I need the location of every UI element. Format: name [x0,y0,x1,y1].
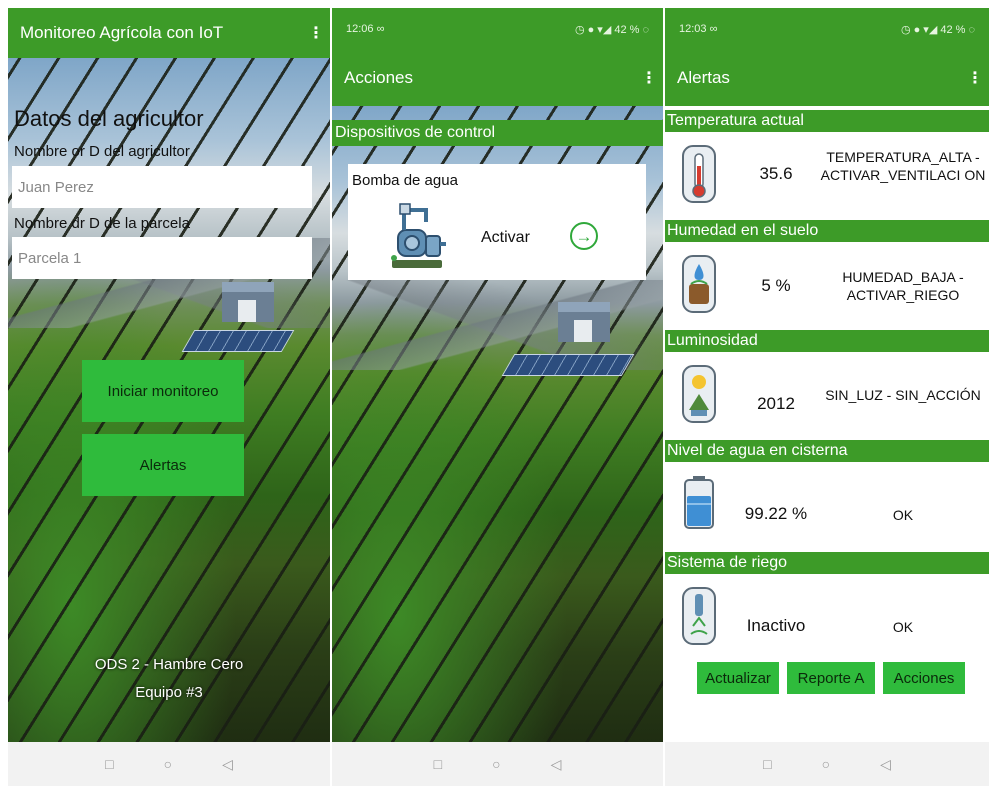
report-button[interactable]: Reporte A [787,662,875,694]
app-title: Acciones [344,68,413,87]
home-icon[interactable]: ○ [822,756,830,772]
solar-panels-image [501,354,635,376]
back-icon[interactable]: ◁ [222,756,233,773]
status-bar: 12:06 ∞ ◷ ● ▾◢ 42 % ◌ [332,8,663,50]
temperature-alert-row: 35.6 TEMPERATURA_ALTA - ACTIVAR_VENTILAC… [665,132,989,220]
luminosity-status: SIN_LUZ - SIN_ACCIÓN [825,387,981,403]
refresh-button[interactable]: Actualizar [697,662,779,694]
soil-moisture-icon [682,255,716,313]
solar-panels-image [181,330,295,352]
status-time: 12:03 ∞ [679,23,718,35]
farmer-name-label: Nombre or D del agricultor [14,143,190,160]
irrigation-status: OK [892,619,914,635]
overflow-menu-icon[interactable]: ⋮ [308,23,324,43]
device-card-water-pump: Bomba de agua Activar → [348,164,646,280]
app-bar: Alertas ⋮ [665,50,989,106]
barn-image [222,282,274,322]
status-time: 12:06 ∞ [346,23,385,35]
parcel-name-input[interactable] [12,237,312,279]
irrigation-value: Inactivo [746,616,806,635]
home-icon[interactable]: ○ [164,756,172,772]
water-tank-alert-row: 99.22 % OK [665,462,989,550]
form-title: Datos del agricultor [14,106,204,131]
device-name: Bomba de agua [352,172,458,189]
parcel-name-label: Nombre dr D de la parcela [14,215,190,232]
farmer-name-input[interactable] [12,166,312,208]
temperature-value: 35.6 [759,164,793,183]
app-title: Alertas [677,68,730,87]
luminosity-header: Luminosidad [665,330,989,352]
home-icon[interactable]: ○ [492,756,500,772]
irrigation-icon [682,587,716,645]
status-icons: ◷ ● ▾◢ 42 % ◌ [574,23,649,36]
actions-button[interactable]: Acciones [883,662,965,694]
water-pump-icon [391,203,446,268]
activate-pump-button[interactable]: → [570,222,598,250]
alerts-screen: 12:03 ∞ ◷ ● ▾◢ 42 % ◌ Alertas ⋮ Temperat… [665,8,989,786]
soil-humidity-header: Humedad en el suelo [665,220,989,242]
irrigation-alert-row: Inactivo OK [665,574,989,662]
water-tank-value: 99.22 % [744,504,808,523]
system-nav-bar: □ ○ ◁ [332,742,663,786]
luminosity-alert-row: 2012 SIN_LUZ - SIN_ACCIÓN [665,352,989,440]
temperature-header: Temperatura actual [665,110,989,132]
luminosity-value: 2012 [757,394,795,413]
app-bar: Monitoreo Agrícola con IoT ⋮ [8,8,330,58]
soil-humidity-value: 5 % [761,276,791,295]
back-icon[interactable]: ◁ [880,756,891,773]
app-bar: Acciones ⋮ [332,50,663,106]
light-sensor-icon [682,365,716,423]
barn-image [558,302,610,342]
status-bar: 12:03 ∞ ◷ ● ▾◢ 42 % ◌ [665,8,989,50]
system-nav-bar: □ ○ ◁ [8,742,330,786]
recent-apps-icon[interactable]: □ [763,756,771,772]
activate-label: Activar [481,229,530,246]
main-screen: Monitoreo Agrícola con IoT ⋮ Datos del a… [8,8,330,786]
recent-apps-icon[interactable]: □ [434,756,442,772]
soil-humidity-alert-row: 5 % HUMEDAD_BAJA - ACTIVAR_RIEGO [665,242,989,330]
soil-humidity-status: HUMEDAD_BAJA - ACTIVAR_RIEGO [842,269,964,303]
temperature-status: TEMPERATURA_ALTA - ACTIVAR_VENTILACI ON [820,149,986,183]
recent-apps-icon[interactable]: □ [105,756,113,772]
footer-ods: ODS 2 - Hambre Cero [94,656,244,673]
water-tank-status: OK [892,507,914,523]
system-nav-bar: □ ○ ◁ [665,742,989,786]
start-monitoring-button[interactable]: Iniciar monitoreo [82,360,244,422]
footer-team: Equipo #3 [135,684,203,701]
status-icons: ◷ ● ▾◢ 42 % ◌ [900,23,975,36]
back-icon[interactable]: ◁ [551,756,562,773]
alerts-button[interactable]: Alertas [82,434,244,496]
water-tank-header: Nivel de agua en cisterna [665,440,989,462]
thermometer-icon [682,145,716,203]
app-title: Monitoreo Agrícola con IoT [20,23,224,42]
devices-section-header: Dispositivos de control [332,120,663,146]
irrigation-header: Sistema de riego [665,552,989,574]
overflow-menu-icon[interactable]: ⋮ [641,68,657,88]
water-tank-icon [684,476,714,529]
overflow-menu-icon[interactable]: ⋮ [967,68,983,88]
actions-screen: 12:06 ∞ ◷ ● ▾◢ 42 % ◌ Acciones ⋮ Disposi… [332,8,663,786]
